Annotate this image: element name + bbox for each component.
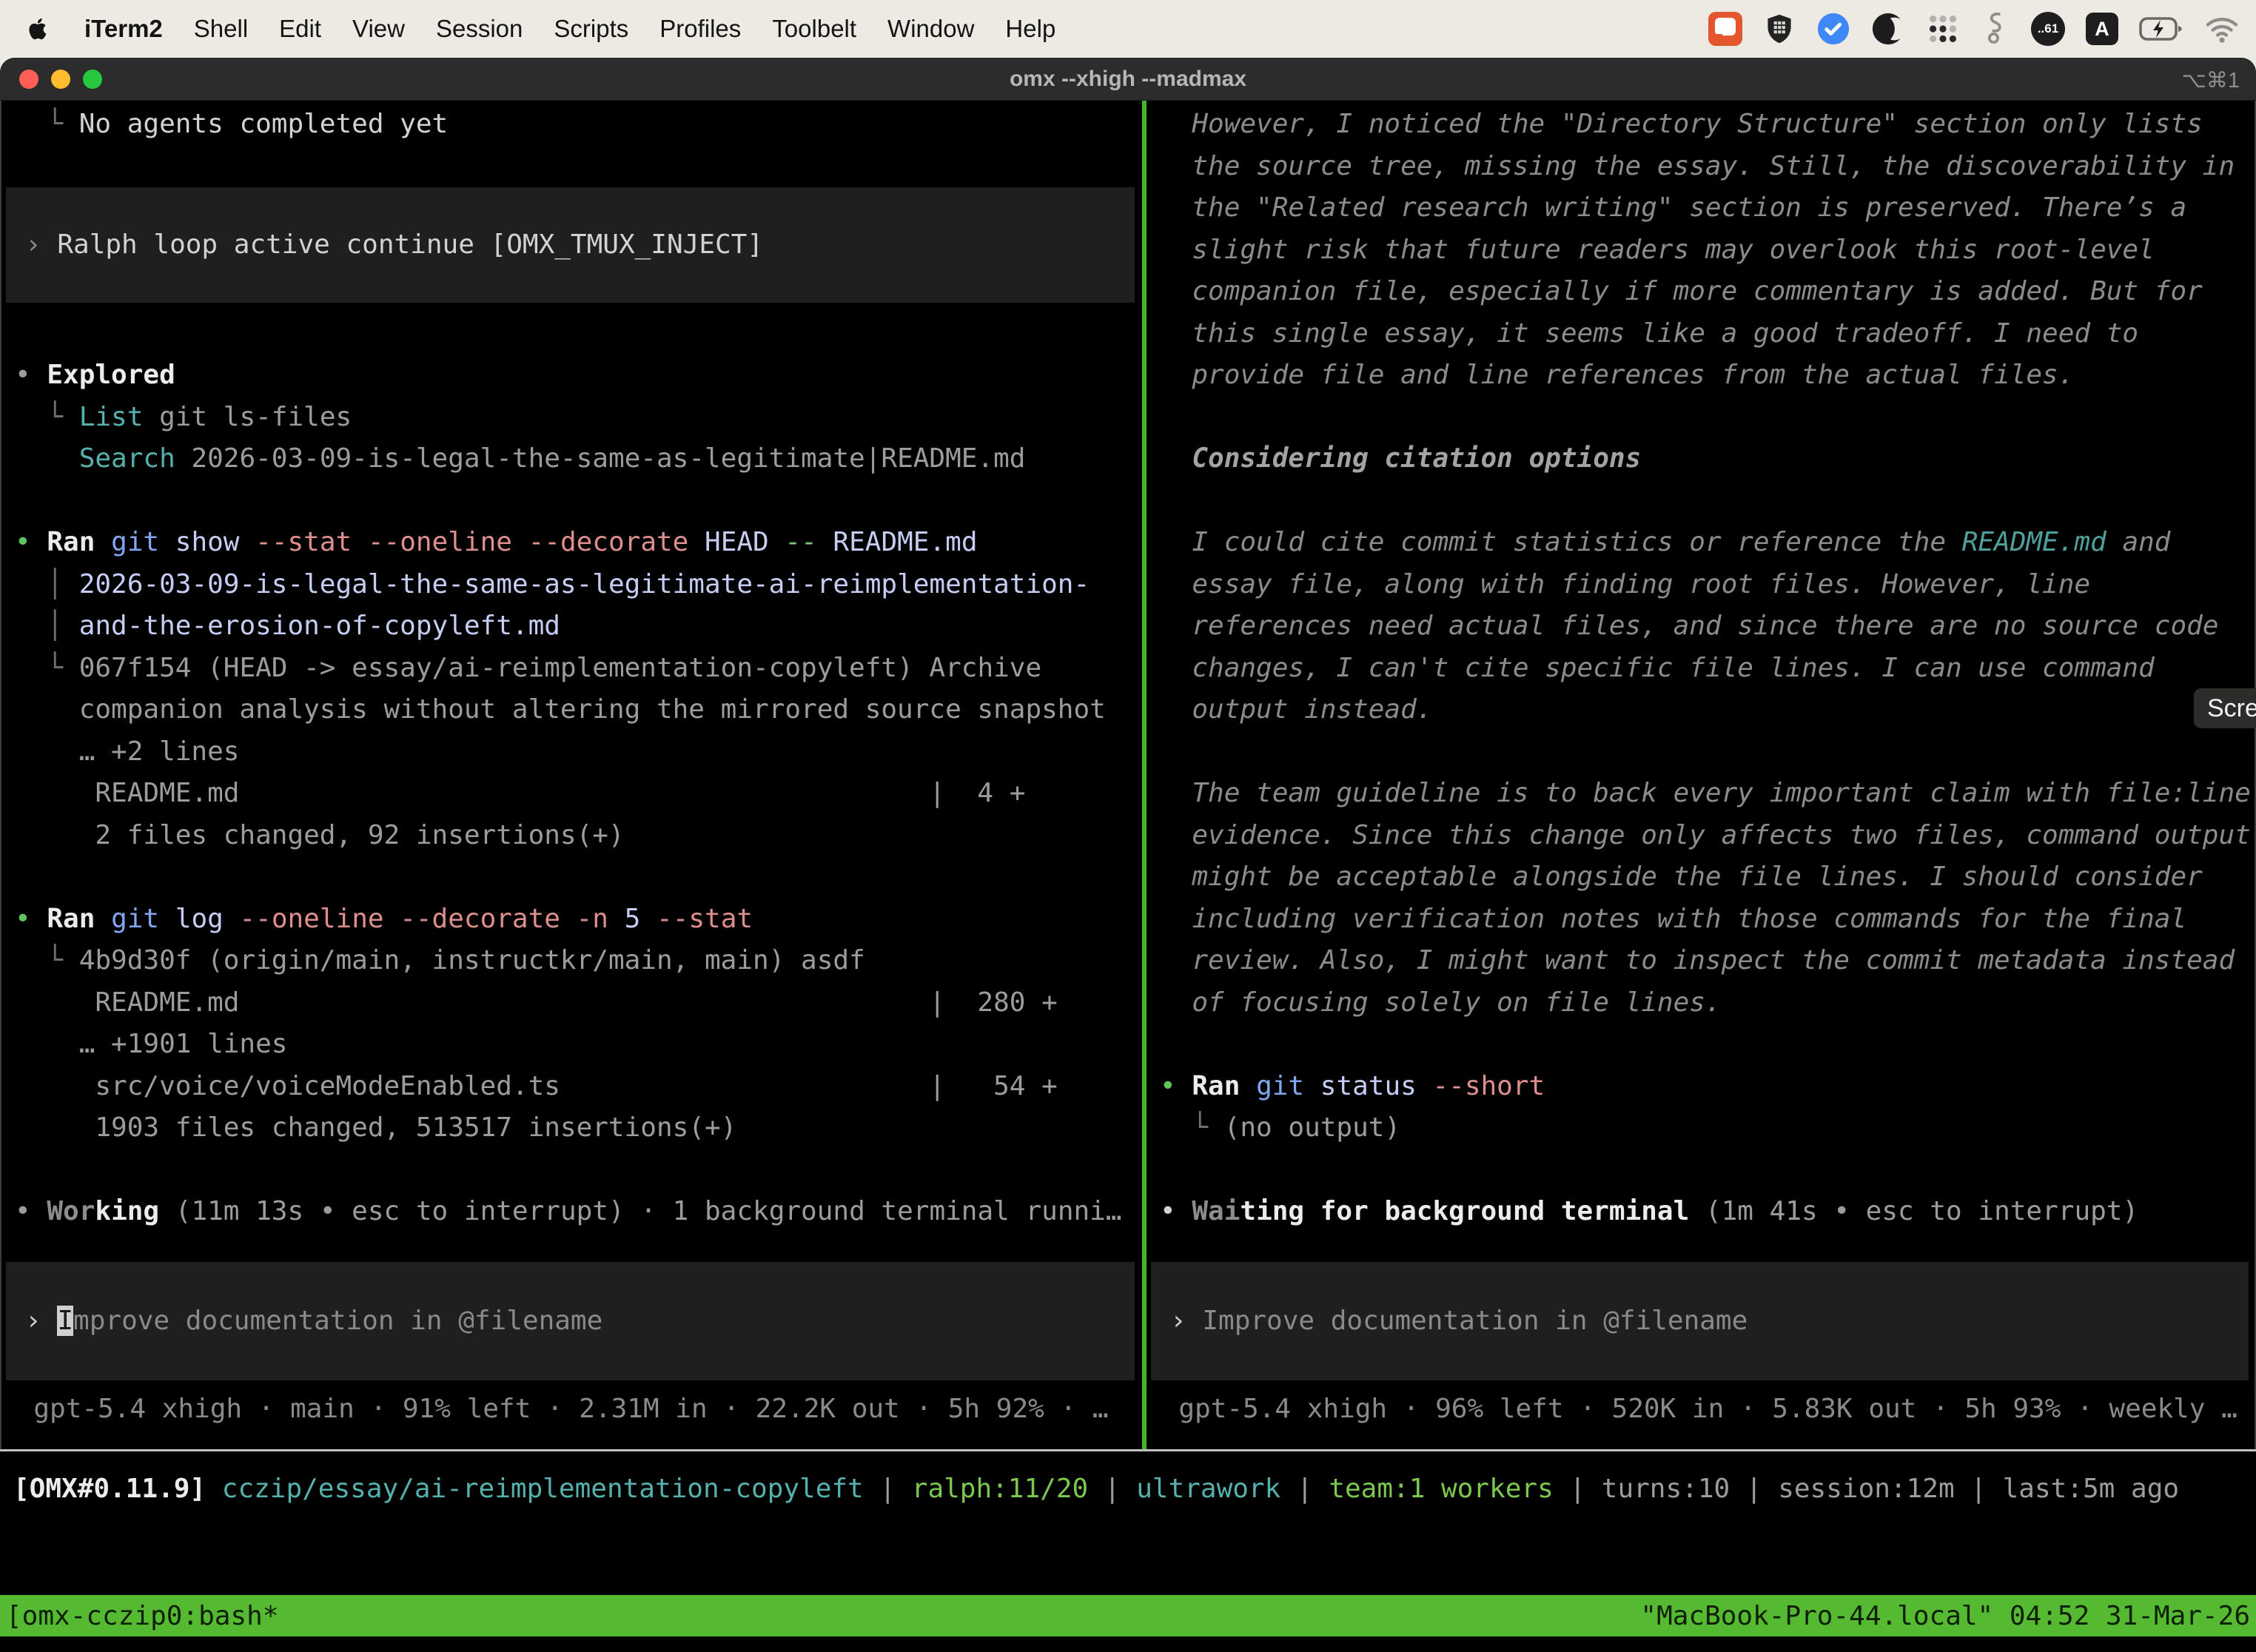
omx-status-line: [OMX#0.11.9] cczip/essay/ai-reimplementa… — [0, 1451, 2256, 1494]
terminal-line: • Explored — [15, 355, 1142, 397]
terminal-line: … +2 lines — [15, 731, 1142, 773]
terminal-line: Search 2026-03-09-is-legal-the-same-as-l… — [15, 438, 1142, 480]
terminal-line: of focusing solely on file lines. — [1160, 982, 2256, 1024]
terminal-line — [15, 856, 1142, 899]
terminal-line — [1160, 1149, 2256, 1192]
right-prompt-input[interactable]: › Improve documentation in @filename — [1151, 1262, 2249, 1380]
chat-app-icon[interactable] — [1708, 12, 1742, 46]
terminal-line: The team guideline is to back every impo… — [1160, 773, 2256, 815]
terminal-line — [1160, 731, 2256, 773]
tmux-session-label: [omx-cczip0:bash* — [6, 1601, 278, 1631]
menu-item-shell[interactable]: Shell — [194, 15, 248, 43]
menu-item-edit[interactable]: Edit — [279, 15, 321, 43]
menu-bar: iTerm2 Shell Edit View Session Scripts P… — [0, 0, 2256, 58]
terminal-line: • Ran git show --stat --oneline --decora… — [15, 522, 1142, 564]
meet-timer-icon[interactable]: ..61 — [2031, 12, 2065, 46]
terminal-pane-right[interactable]: However, I noticed the "Directory Struct… — [1147, 101, 2256, 1449]
zoom-window-button[interactable] — [83, 70, 102, 89]
terminal-line: … +1901 lines — [15, 1024, 1142, 1066]
terminal-line: this single essay, it seems like a good … — [1160, 313, 2256, 355]
screen-share-tooltip: Scre — [2194, 688, 2256, 728]
terminal-line: changes, I can't cite specific file line… — [1160, 648, 2256, 690]
terminal-content: └ No agents completed yet • Explored └ Li… — [0, 101, 2256, 1449]
terminal-line: However, I noticed the "Directory Struct… — [1160, 104, 2256, 146]
terminal-line: Considering citation options — [1160, 438, 2256, 480]
terminal-line: I could cite commit statistics or refere… — [1160, 522, 2256, 564]
battery-icon[interactable] — [2139, 12, 2183, 46]
menu-item-iterm2[interactable]: iTerm2 — [84, 15, 163, 43]
tmux-host-clock: "MacBook-Pro-44.local" 04:52 31-Mar-26 — [1640, 1601, 2250, 1631]
terminal-line: └ (no output) — [1160, 1107, 2256, 1149]
left-session-statusline: gpt-5.4 xhigh · main · 91% left · 2.31M … — [1, 1389, 1142, 1431]
terminal-line: 2 files changed, 92 insertions(+) — [15, 815, 1142, 857]
terminal-line: src/voice/voiceModeEnabled.ts | 54 + — [15, 1066, 1142, 1108]
terminal-line — [1160, 397, 2256, 439]
verified-badge-icon[interactable] — [1816, 12, 1850, 46]
right-pane-output: However, I noticed the "Directory Struct… — [1147, 104, 2256, 1233]
terminal-line: companion analysis without altering the … — [15, 689, 1142, 731]
terminal-line: │ and-the-erosion-of-copyleft.md — [15, 605, 1142, 648]
terminal-line: companion file, especially if more comme… — [1160, 271, 2256, 313]
terminal-line: • Ran git log --oneline --decorate -n 5 … — [15, 899, 1142, 941]
terminal-line: references need actual files, and since … — [1160, 605, 2256, 648]
menu-item-profiles[interactable]: Profiles — [659, 15, 741, 43]
menu-item-view[interactable]: View — [352, 15, 405, 43]
terminal-line: might be acceptable alongside the file l… — [1160, 856, 2256, 899]
window-bottom-margin — [0, 1636, 2256, 1652]
wifi-icon[interactable] — [2204, 13, 2240, 45]
terminal-line — [15, 480, 1142, 523]
terminal-line: └ No agents completed yet — [15, 104, 1142, 146]
left-prompt-input[interactable]: › Improve documentation in @filename — [6, 1262, 1135, 1380]
terminal-line: including verification notes with those … — [1160, 899, 2256, 941]
terminal-line: └ 067f154 (HEAD -> essay/ai-reimplementa… — [15, 648, 1142, 690]
terminal-line: └ List git ls-files — [15, 397, 1142, 439]
squiggle-tool-icon[interactable] — [1981, 10, 2010, 47]
terminal-line: README.md | 4 + — [15, 773, 1142, 815]
crescent-app-icon[interactable] — [1871, 12, 1905, 46]
terminal-line — [15, 313, 1142, 355]
a-app-icon[interactable]: A — [2086, 13, 2118, 45]
close-window-button[interactable] — [19, 70, 38, 89]
terminal-line — [1160, 480, 2256, 523]
iterm2-window: omx --xhigh --madmax ⌥⌘1 └ No agents com… — [0, 58, 2256, 1652]
terminal-line: essay file, along with finding root file… — [1160, 564, 2256, 606]
minimize-window-button[interactable] — [51, 70, 70, 89]
terminal-line: evidence. Since this change only affects… — [1160, 815, 2256, 857]
menu-item-help[interactable]: Help — [1005, 15, 1055, 43]
terminal-line: review. Also, I might want to inspect th… — [1160, 940, 2256, 982]
terminal-line: └ 4b9d30f (origin/main, instructkr/main,… — [15, 940, 1142, 982]
right-session-statusline: gpt-5.4 xhigh · 96% left · 520K in · 5.8… — [1147, 1389, 2256, 1431]
terminal-line: • Working (11m 13s • esc to interrupt) ·… — [15, 1191, 1142, 1233]
terminal-line: │ 2026-03-09-is-legal-the-same-as-legiti… — [15, 564, 1142, 606]
terminal-line — [1160, 1024, 2256, 1066]
window-shortcut-badge: ⌥⌘1 — [2181, 67, 2240, 93]
terminal-line — [15, 146, 1142, 188]
shield-keypad-icon[interactable] — [1763, 11, 1796, 47]
terminal-line: the "Related research writing" section i… — [1160, 187, 2256, 229]
terminal-line — [15, 1149, 1142, 1192]
menu-item-scripts[interactable]: Scripts — [554, 15, 628, 43]
terminal-line: 1903 files changed, 513517 insertions(+) — [15, 1107, 1142, 1149]
menu-item-window[interactable]: Window — [887, 15, 974, 43]
terminal-line: README.md | 280 + — [15, 982, 1142, 1024]
ralph-loop-banner: › Ralph loop active continue [OMX_TMUX_I… — [6, 187, 1135, 303]
terminal-line: the source tree, missing the essay. Stil… — [1160, 146, 2256, 188]
menu-item-toolbelt[interactable]: Toolbelt — [772, 15, 856, 43]
terminal-line: slight risk that future readers may over… — [1160, 229, 2256, 272]
tmux-status-bar: [omx-cczip0:bash* "MacBook-Pro-44.local"… — [0, 1595, 2256, 1636]
terminal-line: • Waiting for background terminal (1m 41… — [1160, 1191, 2256, 1233]
menu-item-session[interactable]: Session — [436, 15, 523, 43]
terminal-line: • Ran git status --short — [1160, 1066, 2256, 1108]
terminal-line: output instead. — [1160, 689, 2256, 731]
window-title-bar[interactable]: omx --xhigh --madmax ⌥⌘1 — [0, 58, 2256, 101]
window-title: omx --xhigh --madmax — [1010, 67, 1246, 92]
omx-status-area: [OMX#0.11.9] cczip/essay/ai-reimplementa… — [0, 1451, 2256, 1595]
terminal-pane-left[interactable]: └ No agents completed yet • Explored └ Li… — [1, 101, 1142, 1449]
dots-grid-icon[interactable] — [1926, 12, 1960, 46]
terminal-line: provide file and line references from th… — [1160, 355, 2256, 397]
apple-menu-icon[interactable] — [25, 14, 50, 44]
